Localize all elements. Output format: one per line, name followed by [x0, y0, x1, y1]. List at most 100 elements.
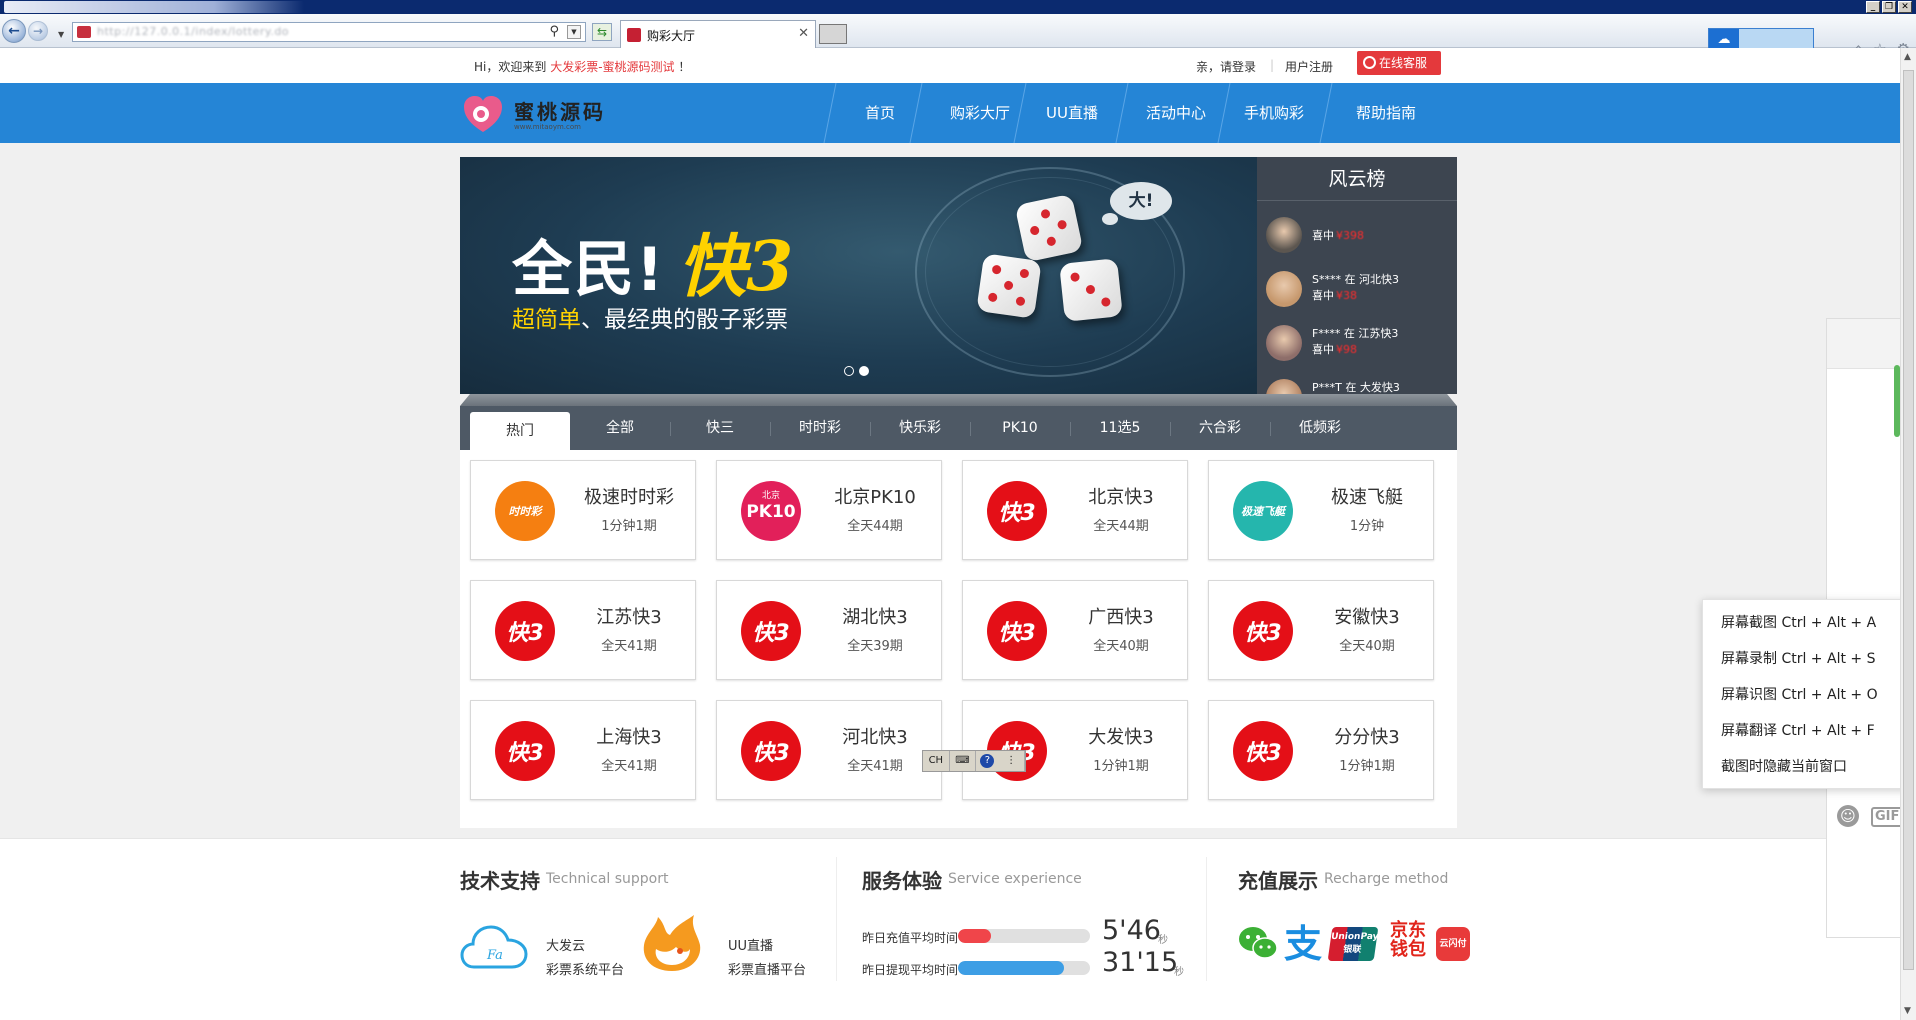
forward-button[interactable]: → [28, 21, 48, 41]
support-item-1-name: 大发云 [546, 939, 586, 954]
tab-separator [1170, 422, 1171, 436]
game-period: 全天41期 [601, 639, 657, 654]
nav-divider [908, 82, 924, 144]
nav-item-6[interactable]: 帮助指南 [1328, 83, 1444, 143]
tab-3[interactable]: 快三 [670, 406, 770, 450]
cloud-quickpass-icon: 云闪付 [1436, 927, 1470, 961]
tab-close-icon[interactable]: ✕ [798, 26, 809, 41]
unionpay-icon: UnionPay 银联 [1327, 927, 1379, 961]
dafa-cloud-icon[interactable]: Fa [460, 923, 530, 971]
site-logo[interactable]: 蜜桃源码 www.mitaoym.com [462, 92, 622, 136]
restore-button[interactable]: ❐ [1882, 1, 1896, 13]
context-menu-item[interactable]: 屏幕录制 Ctrl + Alt + S [1721, 648, 1875, 668]
back-button[interactable]: ← [2, 19, 26, 43]
icon-text: 快3 [752, 621, 790, 646]
game-card[interactable]: 时时彩 极速时时彩 1分钟1期 [470, 460, 696, 560]
logo-url: www.mitaoym.com [514, 123, 581, 131]
register-link[interactable]: 用户注册 [1285, 58, 1333, 75]
icon-text: 快3 [998, 621, 1036, 646]
game-card[interactable]: 快3 广西快3 全天40期 [962, 580, 1188, 680]
lottery-k3-icon: 快3 [987, 481, 1047, 541]
compat-view-icon[interactable]: ⇆ [592, 23, 612, 41]
game-period: 1分钟1期 [1093, 759, 1149, 774]
site-name-link[interactable]: 大发彩票-蜜桃源码测试 [550, 60, 674, 74]
history-dropdown-icon[interactable]: ▼ [58, 30, 64, 39]
game-card[interactable]: 快3 河北快3 全天41期 [716, 700, 942, 800]
support-title: 技术支持 [460, 869, 540, 893]
emoji-icon[interactable]: ☺ [1837, 805, 1859, 827]
gif-button[interactable]: GIF [1871, 807, 1900, 827]
game-card[interactable]: 快3 上海快3 全天41期 [470, 700, 696, 800]
win-amount: ¥38 [1336, 289, 1357, 302]
game-card[interactable]: 极速飞艇 极速飞艇 1分钟 [1208, 460, 1434, 560]
game-card[interactable]: 北京 PK10 北京PK10 全天44期 [716, 460, 942, 560]
tab-5[interactable]: 快乐彩 [870, 406, 970, 450]
scrollbar-thumb[interactable] [1903, 70, 1914, 970]
game-card[interactable]: 快3 安徽快3 全天40期 [1208, 580, 1434, 680]
online-service-button[interactable]: 在线客服 [1357, 51, 1441, 75]
scroll-down-icon[interactable]: ▼ [1904, 1006, 1911, 1016]
minimize-button[interactable]: _ [1866, 1, 1880, 13]
welcome-prefix: Hi，欢迎来到 [474, 60, 551, 74]
tab-6[interactable]: PK10 [970, 406, 1070, 450]
address-dropdown-icon[interactable]: ▼ [567, 25, 581, 39]
promo-banner[interactable]: 全民! 快3 超简单、最经典的骰子彩票 大! [460, 157, 1257, 394]
avatar [1266, 325, 1302, 361]
close-window-button[interactable]: ✕ [1898, 1, 1912, 13]
nav-item-5[interactable]: 手机购彩 [1226, 83, 1322, 143]
lottery-ssc-icon: 时时彩 [495, 481, 555, 541]
leaderboard-title: 风云榜 [1257, 157, 1457, 201]
uu-live-fox-icon[interactable] [636, 913, 708, 973]
footer-divider-2 [1206, 857, 1207, 981]
carousel-dot-2[interactable] [859, 366, 869, 376]
icon-text: 快3 [752, 741, 790, 766]
carousel-dot-1[interactable] [844, 366, 854, 376]
context-menu-item[interactable]: 截图时隐藏当前窗口 [1721, 756, 1847, 776]
banner-title: 全民! [512, 235, 666, 305]
game-period: 全天40期 [1339, 639, 1395, 654]
context-menu-item[interactable]: 屏幕截图 Ctrl + Alt + A [1721, 612, 1876, 632]
new-tab-button[interactable] [819, 24, 847, 44]
tab-9[interactable]: 低频彩 [1270, 406, 1370, 450]
service-subtitle: Service experience [948, 871, 1082, 887]
leaderboard-user: F**** 在 江苏快3 [1312, 327, 1399, 340]
game-card[interactable]: 快3 分分快3 1分钟1期 [1208, 700, 1434, 800]
ime-toolbar[interactable]: CH ⌨ ? ⋮ [922, 750, 1026, 772]
search-icon[interactable]: ⚲ [549, 24, 559, 39]
tab-4[interactable]: 时时彩 [770, 406, 870, 450]
ime-help-icon[interactable]: ? [980, 754, 995, 768]
address-bar[interactable]: http://127.0.0.1/index/lottery.do ⚲ ▼ [72, 22, 586, 42]
context-menu-item[interactable]: 屏幕识图 Ctrl + Alt + O [1721, 684, 1878, 704]
game-name: 安徽快3 [1334, 607, 1400, 628]
nav-item-3[interactable]: UU直播 [1022, 83, 1122, 143]
game-card[interactable]: 快3 江苏快3 全天41期 [470, 580, 696, 680]
scroll-up-icon[interactable]: ▲ [1904, 52, 1911, 62]
ime-keyboard-icon[interactable]: ⌨ [950, 751, 977, 771]
win-label: 喜中 [1312, 289, 1334, 302]
screenshot-context-menu: 屏幕截图 Ctrl + Alt + A 屏幕录制 Ctrl + Alt + S 屏幕… [1702, 599, 1900, 789]
tab-8[interactable]: 六合彩 [1170, 406, 1270, 450]
icon-text: 快3 [998, 501, 1036, 526]
game-name: 极速时时彩 [584, 487, 674, 508]
game-name: 极速飞艇 [1331, 487, 1403, 508]
stat-unit: 秒 [1158, 935, 1168, 946]
nav-divider [1114, 82, 1130, 144]
ime-lang[interactable]: CH [923, 751, 950, 771]
tab-1[interactable]: 热门 [470, 412, 570, 450]
game-card[interactable]: 快3 湖北快3 全天39期 [716, 580, 942, 680]
tab-2[interactable]: 全部 [570, 406, 670, 450]
browser-tab[interactable]: 购彩大厅 ✕ [620, 20, 816, 48]
page-scrollbar[interactable]: ▲ ▼ [1900, 48, 1916, 1020]
game-name: 湖北快3 [842, 607, 908, 628]
login-link[interactable]: 亲，请登录 [1196, 58, 1256, 75]
ime-options-icon[interactable]: ⋮ [998, 751, 1026, 771]
game-period: 全天41期 [847, 759, 903, 774]
nav-item-4[interactable]: 活动中心 [1124, 83, 1228, 143]
context-menu-item[interactable]: 屏幕翻译 Ctrl + Alt + F [1721, 720, 1875, 740]
leaderboard-win: 喜中 ¥38 [1312, 287, 1357, 303]
game-name: 广西快3 [1088, 607, 1154, 628]
game-card[interactable]: 快3 北京快3 全天44期 [962, 460, 1188, 560]
tab-7[interactable]: 11选5 [1070, 406, 1170, 450]
leaderboard-row: P***T 在 大发快3喜中¥198 [1266, 375, 1456, 394]
support-item-1-desc: 彩票系统平台 [546, 963, 625, 978]
